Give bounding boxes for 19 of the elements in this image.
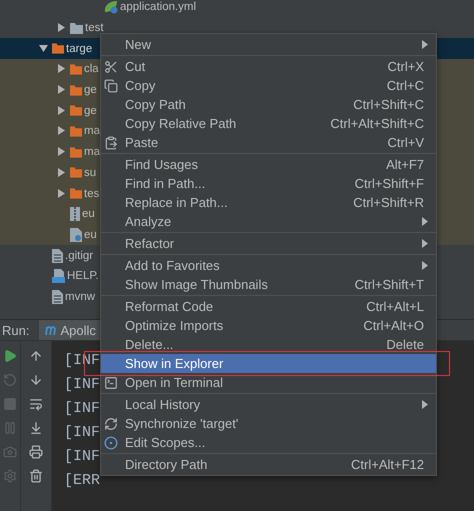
console-line: [INF bbox=[64, 399, 100, 418]
shortcut-label: Ctrl+Alt+F12 bbox=[351, 457, 424, 472]
console-line: [INF bbox=[64, 423, 100, 442]
shortcut-label: Ctrl+Alt+O bbox=[363, 318, 424, 333]
console-line: [ERR bbox=[64, 471, 100, 490]
shortcut-label: Ctrl+V bbox=[388, 135, 424, 150]
shortcut-label: Ctrl+Alt+Shift+C bbox=[330, 116, 424, 131]
console-line: [INF bbox=[64, 447, 100, 466]
shortcut-label: Ctrl+C bbox=[386, 78, 424, 93]
shortcut-label: Alt+F7 bbox=[386, 157, 424, 172]
shortcut-label: Ctrl+Alt+L bbox=[366, 299, 424, 314]
shortcut-label: Delete bbox=[386, 337, 424, 352]
console-line: [INF bbox=[64, 375, 100, 394]
run-panel-title: Run: bbox=[2, 322, 30, 338]
shortcut-label: Ctrl+Shift+T bbox=[354, 277, 424, 292]
shortcut-label: Ctrl+Shift+F bbox=[354, 176, 424, 191]
shortcut-label: Ctrl+Shift+C bbox=[353, 97, 424, 112]
shortcut-label: Ctrl+Shift+R bbox=[353, 195, 424, 210]
shortcut-label: Ctrl+X bbox=[388, 59, 424, 74]
